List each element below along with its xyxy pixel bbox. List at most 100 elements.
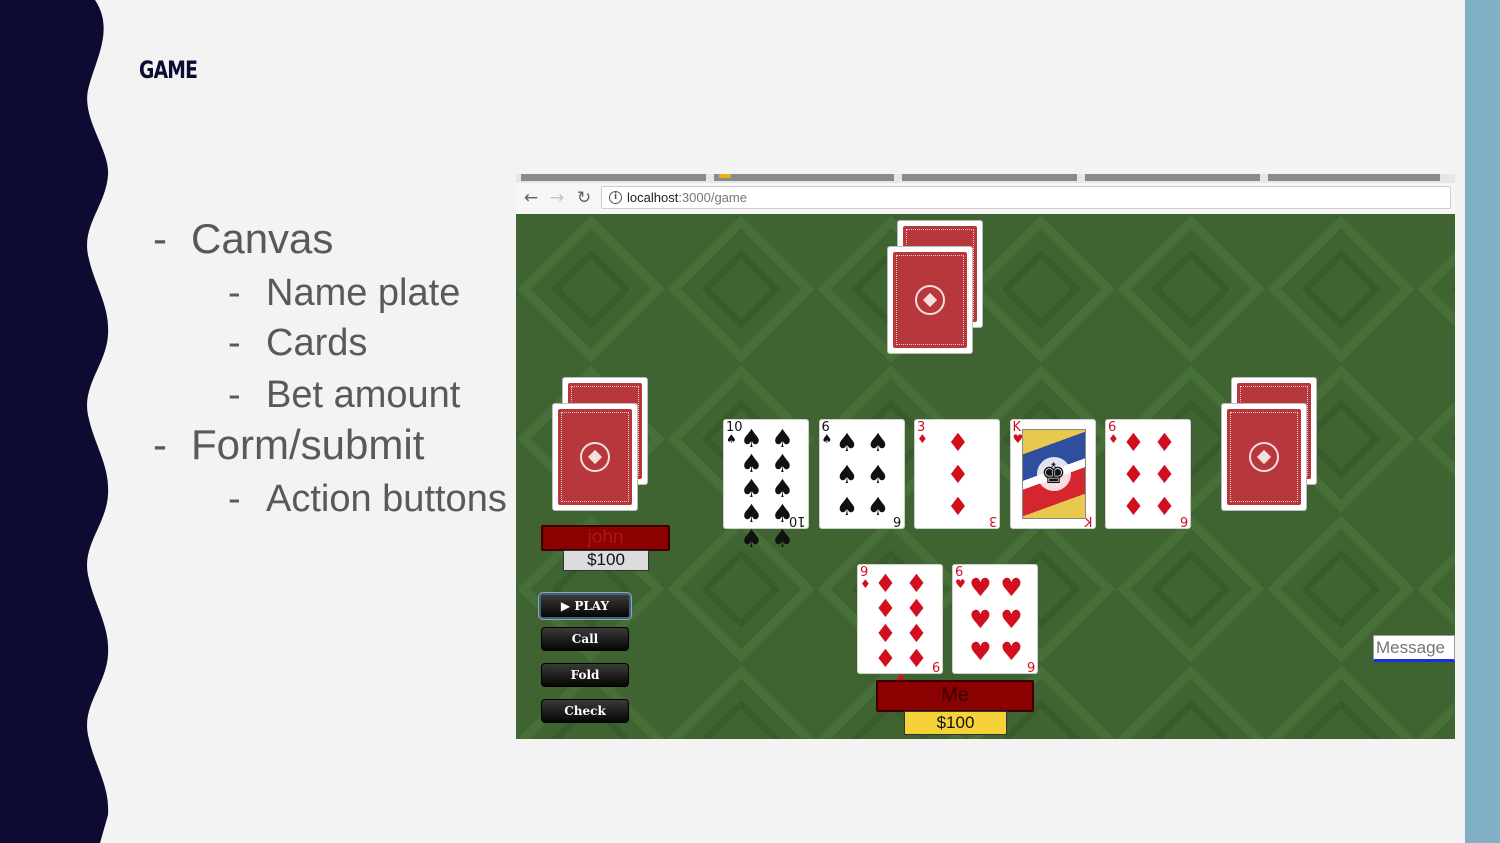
suit-pip-icon: ♠ [740, 499, 763, 528]
bullet-text: Bet amount [266, 374, 461, 416]
url-input[interactable]: i localhost:3000/game [601, 186, 1451, 209]
player-money: $100 [563, 550, 649, 571]
suit-pip-icon: ♦ [874, 594, 897, 623]
bullet-marker: - [153, 421, 167, 468]
playing-card: 6 ♦ 6 ♦ ♦ ♦ ♦ ♦ ♦ [1105, 419, 1191, 529]
slide-title: GAME [139, 56, 198, 84]
play-button[interactable]: ▶ PLAY [538, 592, 632, 620]
suit-pip-icon: ♠ [740, 524, 763, 553]
suit-pip-icon: ♦ [946, 491, 970, 521]
suit-pip-icon: ♥ [1000, 636, 1023, 666]
bullet-text: Canvas [191, 215, 334, 262]
suit-pip-icon: ♠ [866, 427, 890, 457]
card-rank: 6 [1179, 513, 1188, 528]
bullet-form-submit: - Form/submit [153, 421, 424, 469]
playing-card: 6 ♥ 6 ♥ ♥ ♥ ♥ ♥ ♥ [952, 564, 1038, 674]
card-rank: 6 [893, 513, 902, 528]
card-rank: 9 [931, 658, 940, 673]
suit-pip-icon: ♥ [969, 636, 992, 666]
suit-pip-icon: ♠ [771, 449, 794, 478]
browser-tab[interactable] [1085, 174, 1260, 181]
url-path: :3000/game [678, 190, 747, 205]
suit-pip-icon: ♠ [866, 491, 890, 521]
browser-tab[interactable] [902, 174, 1077, 181]
suit-pip-icon: ♠ [835, 427, 859, 457]
game-canvas[interactable]: 10 ♠ 10 ♠ ♠ ♠ ♠ ♠ ♠ ♠ ♠ ♠ ♠ 6 ♠ 6 ♠ ♠ ♠ ♠ ♠ ♠ 3 ♦ 3 ♦ ♦ ♦ K ♥ K ♚ 6 ♦ 6 ♦ ♦ ♦… [516, 214, 1455, 739]
suit-pip-icon: ♠ [771, 424, 794, 453]
suit-pip-icon: ♥ [1000, 572, 1023, 602]
browser-tab[interactable] [714, 174, 894, 181]
bullet-marker: - [228, 374, 241, 416]
suit-pip-icon: ♠ [740, 474, 763, 503]
check-button[interactable]: Check [541, 699, 629, 723]
suit-pip-icon: ♠ [740, 449, 763, 478]
playing-card: 10 ♠ 10 ♠ ♠ ♠ ♠ ♠ ♠ ♠ ♠ ♠ ♠ [723, 419, 809, 551]
reload-icon[interactable]: ↻ [573, 187, 595, 209]
king-crown-icon: ♚ [1036, 457, 1071, 491]
address-bar: ← → ↻ i localhost:3000/game [516, 183, 1455, 215]
suit-pip-icon: ♦ [874, 619, 897, 648]
fold-button[interactable]: Fold [541, 663, 629, 687]
suit-pip-icon: ♠ [866, 459, 890, 489]
suit-pip-icon: ♦ [905, 569, 928, 598]
bullet-cards: - Cards [228, 322, 367, 365]
bullet-name-plate: - Name plate [228, 272, 460, 315]
card-pips: ♠ ♠ ♠ ♠ ♠ ♠ [832, 426, 894, 522]
browser-screenshot: ← → ↻ i localhost:3000/game 10 ♠ 10 ♠ ♠ … [516, 174, 1455, 739]
suit-pip-icon: ♦ [946, 427, 970, 457]
card-back [1221, 403, 1307, 511]
suit-pip-icon: ♦ [905, 619, 928, 648]
suit-pip-icon: ♠ [835, 491, 859, 521]
bullet-marker: - [153, 215, 167, 262]
suit-pip-icon: ♦ [1122, 427, 1145, 457]
suit-pip-icon: ♦ [946, 459, 970, 489]
bullet-text: Name plate [266, 272, 461, 314]
suit-pip-icon: ♦ [905, 644, 928, 673]
bullet-text: Action buttons [266, 478, 507, 520]
browser-tab[interactable] [1268, 174, 1440, 181]
card-pips: ♦♦♦♦♦♦♦♦♦ [870, 569, 932, 696]
card-back [552, 403, 638, 511]
card-pips: ♦ ♦ ♦ ♦ ♦ ♦ [1118, 426, 1180, 522]
accent-bar [1465, 0, 1500, 843]
playing-card: 6 ♠ 6 ♠ ♠ ♠ ♠ ♠ ♠ [818, 419, 905, 529]
message-input[interactable] [1373, 635, 1455, 662]
bullet-bet-amount: - Bet amount [228, 374, 460, 417]
bullet-action-buttons: - Action buttons [228, 478, 507, 521]
card-pips: ♠ ♠ ♠ ♠ ♠ ♠ ♠ ♠ ♠ ♠ [736, 424, 798, 551]
suit-pip-icon: ♦ [874, 569, 897, 598]
bullet-marker: - [228, 272, 241, 314]
suit-pip-icon: ♥ [1000, 604, 1023, 634]
suit-pip-icon: ♦ [1122, 459, 1145, 489]
suit-pip-icon: ♦ [1153, 427, 1176, 457]
suit-pip-icon: ♥ [969, 604, 992, 634]
tab-favicon-icon [719, 174, 731, 178]
info-icon[interactable]: i [609, 191, 622, 204]
bullet-marker: - [228, 478, 241, 520]
suit-pip-icon: ♦ [1153, 491, 1176, 521]
bullet-text: Cards [266, 322, 368, 364]
player-money: $100 [904, 711, 1007, 735]
card-back [887, 246, 973, 354]
suit-pip-icon: ♦ [905, 594, 928, 623]
card-pips: ♦ ♦ ♦ [927, 426, 989, 522]
bullet-marker: - [228, 322, 241, 364]
browser-tab[interactable] [521, 174, 706, 181]
playing-card: 3 ♦ 3 ♦ ♦ ♦ [914, 419, 1000, 529]
url-host: localhost [627, 190, 679, 205]
suit-pip-icon: ♥ [969, 572, 992, 602]
back-arrow-icon[interactable]: ← [520, 187, 542, 209]
call-button[interactable]: Call [541, 627, 629, 651]
suit-pip-icon: ♠ [771, 499, 794, 528]
suit-pip-icon: ♦ [1153, 459, 1176, 489]
url-text: localhost:3000/game [627, 190, 747, 205]
suit-pip-icon: ♠ [835, 459, 859, 489]
bullet-text: Form/submit [191, 421, 425, 468]
card-rank: 3 [988, 513, 997, 528]
wave-decoration [0, 0, 109, 843]
player-name: Me [876, 680, 1034, 712]
suit-pip-icon: ♠ [771, 474, 794, 503]
player-name: john [541, 525, 670, 551]
forward-arrow-icon[interactable]: → [546, 187, 568, 209]
card-rank: 6 [1026, 658, 1035, 673]
